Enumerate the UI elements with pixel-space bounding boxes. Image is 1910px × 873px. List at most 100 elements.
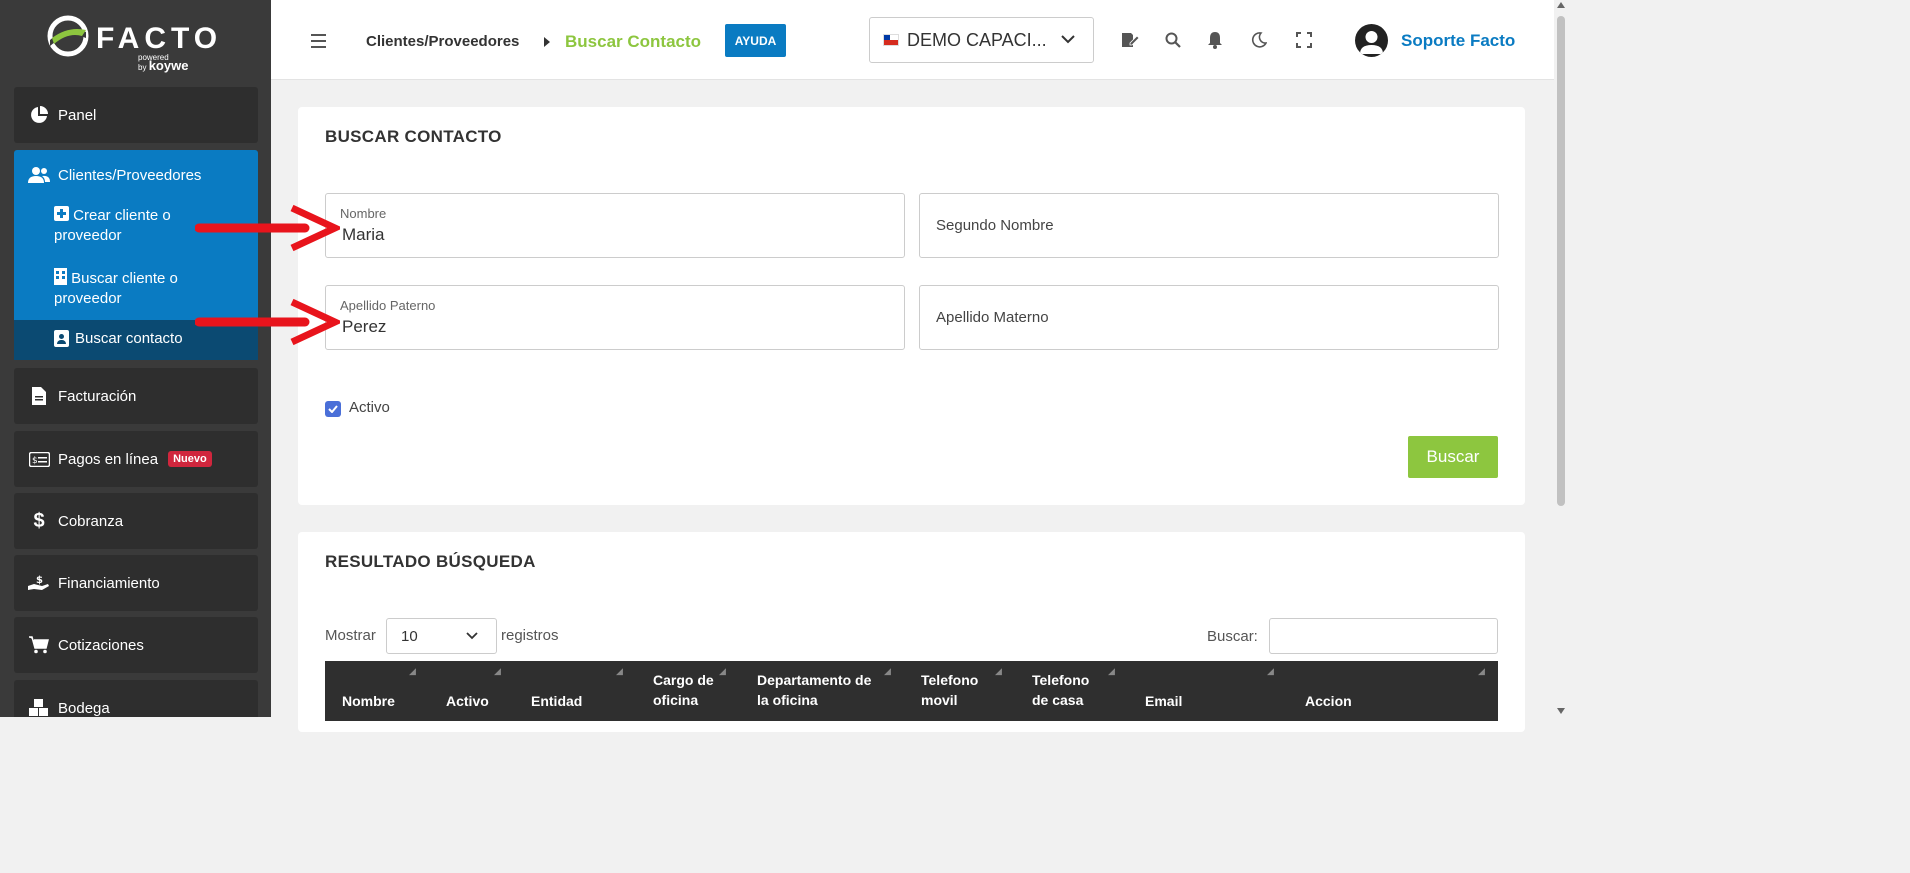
brand-by: by [138,63,147,72]
sort-icon[interactable]: ◢ [616,666,623,677]
sidebar-sublabel: Crear cliente o proveedor [54,207,171,244]
show-label: Mostrar [325,627,376,644]
help-button[interactable]: AYUDA [725,24,786,57]
column-header-accion[interactable]: Accion [1305,691,1352,711]
nombre-label: Nombre [340,206,387,221]
pie-chart-icon [28,104,50,126]
sidebar-subitem-buscar-cliente[interactable]: Buscar cliente o proveedor [54,268,214,309]
breadcrumb-caret-icon [544,37,550,47]
column-header-email[interactable]: Email [1145,691,1182,711]
apellido-paterno-field[interactable]: Apellido Paterno Perez [325,285,905,350]
svg-text:$: $ [36,575,43,586]
segundo-nombre-field[interactable]: Segundo Nombre [919,193,1499,258]
edit-document-icon[interactable] [1121,31,1139,49]
nombre-value: Maria [342,225,385,244]
new-badge: Nuevo [168,451,212,467]
sort-icon[interactable]: ◢ [1478,666,1485,677]
scroll-down-icon[interactable] [1557,708,1565,714]
column-header-telefono-movil[interactable]: Telefono movil [921,670,991,710]
sidebar-subitem-buscar-contacto[interactable]: Buscar contacto [54,330,183,347]
results-card-title: RESULTADO BÚSQUEDA [325,552,536,571]
column-header-departamento[interactable]: Departamento de la oficina [757,670,872,710]
nombre-field[interactable]: Nombre Maria [325,193,905,258]
column-header-telefono-casa[interactable]: Telefono de casa [1032,670,1102,710]
records-label: registros [501,627,559,644]
results-card: RESULTADO BÚSQUEDA Mostrar 10 registros … [298,532,1525,732]
scroll-up-icon[interactable] [1557,2,1565,8]
sort-icon[interactable]: ◢ [1108,666,1115,677]
contact-card-icon [54,330,69,347]
page-scrollbar[interactable] [1554,0,1568,717]
user-avatar[interactable] [1355,24,1388,57]
hand-coin-icon: $ [28,572,50,594]
search-icon[interactable] [1164,31,1182,49]
sidebar-label: Facturación [58,387,137,405]
dollar-icon: $ [33,509,45,532]
menu-toggle-icon[interactable] [311,34,326,52]
sidebar-sublabel: Buscar contacto [75,330,183,347]
apellido-paterno-label: Apellido Paterno [340,298,436,313]
users-icon [28,164,50,186]
user-name[interactable]: Soporte Facto [1401,31,1515,51]
table-search-input[interactable] [1269,618,1498,654]
table-search-label: Buscar: [1207,628,1258,645]
column-header-entidad[interactable]: Entidad [531,691,582,711]
sidebar-subitem-crear[interactable]: Crear cliente o proveedor [54,206,214,246]
column-header-activo[interactable]: Activo [446,691,489,711]
facto-logo[interactable]: FACTO powered by koywe [46,12,226,72]
sort-icon[interactable]: ◢ [409,666,416,677]
sidebar-item-cotizaciones[interactable]: Cotizaciones [14,617,258,673]
payment-card-icon: $ [28,448,50,470]
sort-icon[interactable]: ◢ [494,666,501,677]
company-selector[interactable]: DEMO CAPACI... [869,17,1094,63]
sidebar-label: Clientes/Proveedores [58,166,202,184]
sidebar-label: Pagos en línea [58,450,159,468]
moon-icon[interactable] [1250,31,1268,49]
sidebar-item-bodega[interactable]: Bodega [14,680,258,717]
sidebar-item-financiamiento[interactable]: $ Financiamiento [14,555,258,611]
sort-icon[interactable]: ◢ [1267,666,1274,677]
annotation-arrow-icon [195,204,340,252]
fullscreen-icon[interactable] [1295,31,1313,49]
apellido-materno-field[interactable]: Apellido Materno [919,285,1499,350]
sidebar: FACTO powered by koywe Panel Clientes/Pr… [0,0,271,717]
sidebar-item-clients[interactable]: Clientes/Proveedores [28,164,201,186]
svg-text:$: $ [32,456,38,466]
breadcrumb-current: Buscar Contacto [565,32,702,51]
sidebar-item-panel[interactable]: Panel [14,87,258,143]
apellido-paterno-value: Perez [342,317,387,336]
facto-logo-icon [47,15,89,57]
sort-icon[interactable]: ◢ [719,666,726,677]
sidebar-label: Cotizaciones [58,636,144,654]
activo-checkbox[interactable] [325,401,341,417]
sidebar-label: Financiamiento [58,574,160,592]
check-icon [328,405,338,413]
column-header-nombre[interactable]: Nombre [342,691,395,711]
building-icon [54,268,67,285]
sidebar-label: Panel [58,106,97,124]
chile-flag-icon [883,34,899,46]
sort-icon[interactable]: ◢ [884,666,891,677]
sidebar-item-pagos[interactable]: $ Pagos en línea Nuevo [14,431,258,487]
page-length-select[interactable]: 10 [386,618,497,654]
chevron-down-icon [1061,35,1075,44]
scroll-thumb[interactable] [1557,16,1565,506]
search-button[interactable]: Buscar [1408,436,1498,478]
sidebar-item-cobranza[interactable]: $ Cobranza [14,493,258,549]
sort-icon[interactable]: ◢ [995,666,1002,677]
top-bar: Clientes/Proveedores Buscar Contacto AYU… [271,0,1554,80]
company-name: DEMO CAPACI... [907,29,1047,50]
page-length-value: 10 [401,628,418,645]
sidebar-item-facturacion[interactable]: Facturación [14,368,258,424]
plus-square-icon [54,206,69,221]
results-table-header: Nombre Activo Entidad Cargo de oficina D… [325,661,1498,721]
bell-icon[interactable] [1206,31,1224,49]
chevron-down-icon [466,632,478,640]
segundo-nombre-placeholder: Segundo Nombre [936,217,1054,234]
annotation-arrow-icon [195,298,340,346]
document-icon [28,385,50,407]
breadcrumb-parent[interactable]: Clientes/Proveedores [366,33,519,50]
sidebar-label: Cobranza [58,512,124,530]
search-card: BUSCAR CONTACTO Nombre Maria Segundo Nom… [298,107,1525,505]
sidebar-sublabel: Buscar cliente o proveedor [54,270,178,307]
